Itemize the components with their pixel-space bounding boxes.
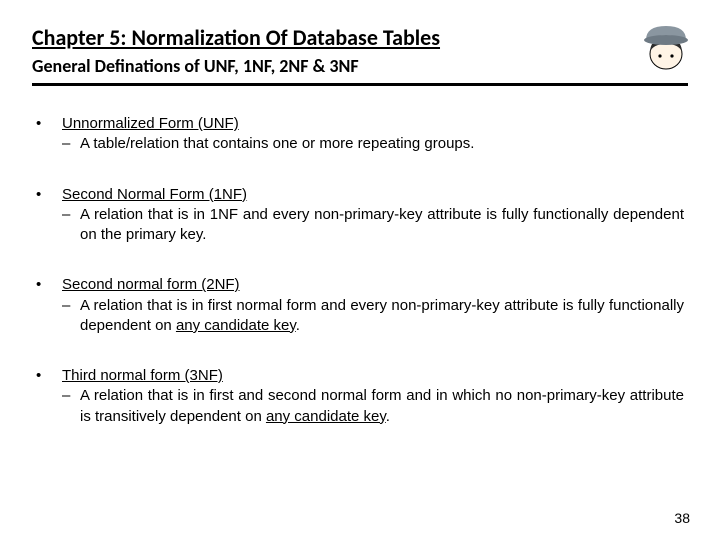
definition-item: • Third normal form (3NF) – A relation t…	[36, 366, 684, 427]
definition-item: • Second normal form (2NF) – A relation …	[36, 275, 684, 336]
bullet-icon: •	[36, 114, 62, 134]
definition-term: Second normal form (2NF)	[62, 275, 240, 295]
avatar-icon	[638, 16, 694, 72]
bullet-icon: •	[36, 185, 62, 205]
content-area: • Unnormalized Form (UNF) – A table/rela…	[32, 114, 688, 427]
bullet-icon: •	[36, 275, 62, 295]
slide-subtitle: General Definations of UNF, 1NF, 2NF & 3…	[32, 55, 688, 77]
dash-icon: –	[62, 296, 80, 337]
definition-term: Unnormalized Form (UNF)	[62, 114, 239, 134]
dash-icon: –	[62, 134, 80, 154]
definition-text: A relation that is in first and second n…	[80, 386, 684, 427]
definition-text: A table/relation that contains one or mo…	[80, 134, 684, 154]
bullet-icon: •	[36, 366, 62, 386]
definition-item: • Second Normal Form (1NF) – A relation …	[36, 185, 684, 246]
definition-term: Second Normal Form (1NF)	[62, 185, 247, 205]
definition-text: A relation that is in first normal form …	[80, 296, 684, 337]
slide-header: Chapter 5: Normalization Of Database Tab…	[32, 24, 688, 86]
definition-term: Third normal form (3NF)	[62, 366, 223, 386]
dash-icon: –	[62, 386, 80, 427]
page-number: 38	[674, 510, 690, 526]
definition-item: • Unnormalized Form (UNF) – A table/rela…	[36, 114, 684, 155]
chapter-title: Chapter 5: Normalization Of Database Tab…	[32, 24, 688, 51]
dash-icon: –	[62, 205, 80, 246]
definition-text: A relation that is in 1NF and every non-…	[80, 205, 684, 246]
